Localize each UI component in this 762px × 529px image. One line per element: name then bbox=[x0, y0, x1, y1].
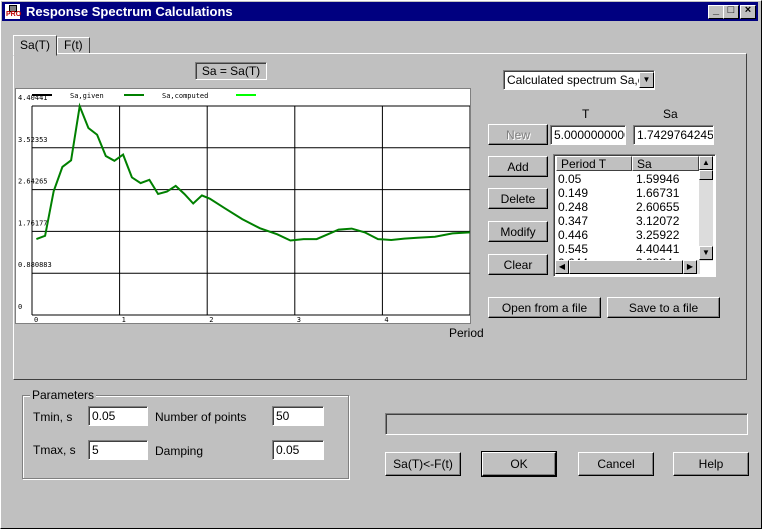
tmin-label: Tmin, s bbox=[33, 410, 73, 424]
scroll-left-icon[interactable]: ◀ bbox=[555, 260, 569, 274]
table-cell-period[interactable]: 0.05 bbox=[558, 172, 581, 186]
table-cell-sa[interactable]: 1.66731 bbox=[636, 186, 679, 200]
vertical-scrollbar[interactable]: ▲ ▼ bbox=[699, 156, 713, 261]
new-button[interactable]: New bbox=[488, 124, 548, 145]
x-tick-label: 3 bbox=[297, 316, 301, 323]
x-tick-label: 2 bbox=[209, 316, 213, 323]
delete-button[interactable]: Delete bbox=[488, 188, 548, 209]
tmax-field[interactable]: 5 bbox=[88, 440, 148, 460]
add-button[interactable]: Add bbox=[488, 156, 548, 177]
parameters-title: Parameters bbox=[30, 388, 97, 402]
table-cell-sa[interactable]: 1.59946 bbox=[636, 172, 679, 186]
scroll-down-icon[interactable]: ▼ bbox=[699, 246, 713, 260]
table-cell-sa[interactable]: 3.12072 bbox=[636, 214, 679, 228]
table-cell-period[interactable]: 0.248 bbox=[558, 200, 588, 214]
tmax-label: Tmax, s bbox=[33, 443, 76, 457]
window-title: Response Spectrum Calculations bbox=[26, 4, 233, 19]
convert-button[interactable]: Sa(T)<-F(t) bbox=[385, 452, 461, 476]
spectrum-select-value: Calculated spectrum Sa,c bbox=[507, 73, 644, 87]
scroll-up-icon[interactable]: ▲ bbox=[699, 156, 713, 170]
maximize-icon: □ bbox=[727, 4, 735, 16]
clear-button[interactable]: Clear bbox=[488, 254, 548, 275]
app-icon: PRO bbox=[5, 4, 21, 19]
close-button[interactable]: × bbox=[740, 4, 756, 19]
series-line-sa-computed bbox=[36, 102, 471, 242]
horizontal-scrollbar[interactable]: ◀ ▶ bbox=[555, 260, 700, 274]
scroll-thumb[interactable] bbox=[699, 170, 713, 180]
damping-field[interactable]: 0.05 bbox=[272, 440, 324, 460]
legend-label: Sa,computed bbox=[162, 92, 208, 100]
open-file-button[interactable]: Open from a file bbox=[488, 297, 601, 318]
spectrum-select[interactable]: Calculated spectrum Sa,c bbox=[503, 70, 655, 90]
period-table[interactable]: Period T Sa 0.05 1.59946 0.149 1.66731 0.248… bbox=[553, 154, 716, 277]
table-cell-period[interactable]: 0.149 bbox=[558, 186, 588, 200]
h-scroll-thumb[interactable] bbox=[569, 260, 683, 274]
save-file-button[interactable]: Save to a file bbox=[607, 297, 720, 318]
table-header-period[interactable]: Period T bbox=[556, 156, 632, 171]
npoints-field[interactable]: 50 bbox=[272, 406, 324, 426]
y-tick-label: 0 bbox=[18, 303, 22, 311]
x-tick-label: 1 bbox=[122, 316, 126, 323]
table-cell-period[interactable]: 0.347 bbox=[558, 214, 588, 228]
npoints-label: Number of points bbox=[155, 410, 247, 424]
help-button[interactable]: Help bbox=[673, 452, 749, 476]
tab-sat[interactable]: Sa(T) bbox=[13, 35, 57, 56]
table-header-sa[interactable]: Sa bbox=[632, 156, 699, 171]
t-column-label: T bbox=[582, 107, 590, 121]
y-tick-label: 0.880883 bbox=[18, 261, 52, 269]
chart-header-label: Sa = Sa(T) bbox=[195, 62, 267, 80]
table-cell-sa[interactable]: 4.40441 bbox=[636, 242, 679, 256]
tab-ft[interactable]: F(t) bbox=[57, 37, 90, 53]
y-tick-label: 2.64265 bbox=[18, 178, 48, 186]
modify-button[interactable]: Modify bbox=[488, 221, 548, 242]
table-cell-sa[interactable]: 2.60655 bbox=[636, 200, 679, 214]
close-icon: × bbox=[744, 4, 752, 16]
ok-button[interactable]: OK bbox=[481, 451, 557, 477]
x-axis-label: Period bbox=[449, 326, 484, 340]
progress-bar bbox=[385, 413, 748, 435]
chart-svg: 01234500.8808831.761772.642653.523534.40… bbox=[18, 92, 476, 324]
x-tick-label: 0 bbox=[34, 316, 38, 323]
table-cell-sa[interactable]: 3.25922 bbox=[636, 228, 679, 242]
tmin-field[interactable]: 0.05 bbox=[88, 406, 148, 426]
y-tick-label: 3.52353 bbox=[18, 136, 48, 144]
cancel-button[interactable]: Cancel bbox=[578, 452, 654, 476]
t-value-field[interactable]: 5.0000000000 bbox=[550, 125, 626, 145]
table-cell-period[interactable]: 0.446 bbox=[558, 228, 588, 242]
spectrum-chart: 01234500.8808831.761772.642653.523534.40… bbox=[15, 88, 476, 324]
y-tick-label: 1.76177 bbox=[18, 219, 48, 227]
maximize-button[interactable]: □ bbox=[723, 4, 739, 19]
minimize-icon: _ bbox=[712, 4, 720, 16]
legend-label: Sa,given bbox=[70, 92, 104, 100]
minimize-button[interactable]: _ bbox=[708, 4, 724, 19]
x-tick-label: 4 bbox=[384, 316, 388, 323]
damping-label: Damping bbox=[155, 444, 204, 458]
table-cell-period[interactable]: 0.545 bbox=[558, 242, 588, 256]
sa-value-field[interactable]: 1.74297642452 bbox=[633, 125, 714, 145]
scroll-right-icon[interactable]: ▶ bbox=[683, 260, 697, 274]
sa-column-label: Sa bbox=[663, 107, 678, 121]
title-bar[interactable]: PRO Response Spectrum Calculations _ □ × bbox=[2, 2, 758, 21]
chevron-down-icon[interactable]: ▼ bbox=[639, 72, 654, 88]
